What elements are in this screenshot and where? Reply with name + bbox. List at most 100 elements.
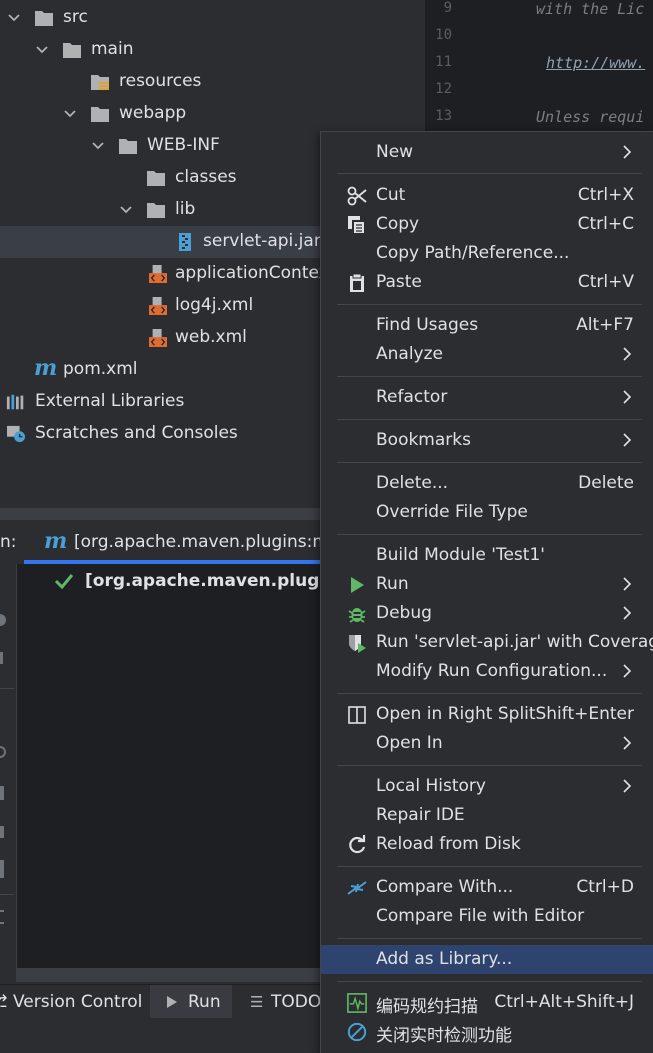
editor-pane[interactable]: 9 10 11 12 13 with the Lic http://www. U… <box>425 0 653 131</box>
menu-item-code-scan[interactable]: 编码规约扫描 Ctrl+Alt+Shift+J <box>321 988 653 1017</box>
chevron-down-icon[interactable] <box>6 10 22 26</box>
menu-item-shortcut: Alt+F7 <box>576 315 634 335</box>
menu-item-copy-path[interactable]: Copy Path/Reference... <box>321 239 653 268</box>
tree-row-label: src <box>63 7 88 27</box>
chevron-down-icon[interactable] <box>118 202 134 218</box>
toolbar-icon[interactable] <box>0 786 4 800</box>
menu-separator <box>337 304 642 305</box>
chevron-right-icon <box>623 736 632 750</box>
toolbar-separator <box>0 688 14 689</box>
tab-run[interactable]: Run <box>150 985 232 1019</box>
menu-item-label: Add as Library... <box>376 949 513 969</box>
libraries-icon <box>6 394 24 410</box>
list-icon: ☰ <box>250 993 264 1011</box>
maven-icon: m <box>44 528 68 554</box>
maven-icon: m <box>34 355 58 381</box>
menu-item-bookmarks[interactable]: Bookmarks <box>321 426 653 455</box>
menu-separator <box>337 419 642 420</box>
menu-item-label: 编码规约扫描 <box>376 997 478 1017</box>
toolbar-icon[interactable] <box>0 652 3 664</box>
tree-row-resources[interactable]: resources <box>0 66 425 98</box>
chevron-down-icon[interactable] <box>62 106 78 122</box>
chevron-right-icon <box>623 390 632 404</box>
chevron-right-icon <box>623 577 632 591</box>
horizontal-scrollbar[interactable] <box>16 968 326 982</box>
toolbar-icon[interactable] <box>0 826 4 838</box>
run-toolbar <box>0 564 17 970</box>
run-tab[interactable]: [org.apache.maven.plugins:mav <box>74 532 349 552</box>
menu-item-build-module[interactable]: Build Module 'Test1' <box>321 541 653 570</box>
folder-icon <box>91 107 109 122</box>
menu-item-shortcut: Ctrl+V <box>577 272 634 292</box>
menu-item-label: New <box>376 142 414 162</box>
xml-file-icon <box>149 329 167 347</box>
menu-item-analyze[interactable]: Analyze <box>321 340 653 369</box>
menu-item-shortcut: Shift+Enter <box>535 704 634 724</box>
xml-file-icon <box>149 297 167 315</box>
tree-row-label: classes <box>175 167 237 187</box>
tree-row-label: webapp <box>119 103 187 123</box>
menu-item-add-as-library[interactable]: Add as Library... <box>321 945 653 974</box>
menu-item-delete[interactable]: Delete... Delete <box>321 469 653 498</box>
menu-item-run-with-coverage[interactable]: Run 'servlet-api.jar' with Coverage <box>321 628 653 657</box>
tree-row-label: pom.xml <box>63 359 138 379</box>
menu-item-override-file-type[interactable]: Override File Type <box>321 498 653 527</box>
menu-item-close-realtime-check[interactable]: 关闭实时检测功能 <box>321 1017 653 1046</box>
debug-bug-icon <box>348 608 366 623</box>
menu-separator <box>337 938 642 939</box>
scissors-icon <box>347 186 367 206</box>
copy-icon <box>348 216 366 235</box>
menu-item-shortcut: Ctrl+D <box>576 877 634 897</box>
tree-row-main[interactable]: main <box>0 34 425 66</box>
chevron-down-icon[interactable] <box>90 138 106 154</box>
menu-item-new[interactable]: New <box>321 138 653 167</box>
tree-row-src[interactable]: src <box>0 2 425 34</box>
menu-separator <box>337 981 642 982</box>
menu-item-label: Paste <box>376 272 422 292</box>
toolbar-icon[interactable] <box>0 860 4 878</box>
menu-item-cut[interactable]: Cut Ctrl+X <box>321 181 653 210</box>
chevron-down-icon[interactable] <box>34 42 50 58</box>
tree-row-label: resources <box>119 71 202 91</box>
folder-icon <box>147 203 165 218</box>
menu-item-local-history[interactable]: Local History <box>321 772 653 801</box>
code-link[interactable]: http://www. <box>546 54 645 72</box>
menu-item-reload-from-disk[interactable]: Reload from Disk <box>321 830 653 859</box>
menu-item-refactor[interactable]: Refactor <box>321 383 653 412</box>
code-scan-icon <box>347 993 367 1013</box>
menu-item-modify-run-config[interactable]: Modify Run Configuration... <box>321 657 653 686</box>
menu-item-compare-with[interactable]: Compare With... Ctrl+D <box>321 873 653 902</box>
folder-icon <box>35 11 53 26</box>
menu-separator <box>337 693 642 694</box>
menu-separator <box>337 376 642 377</box>
tree-row-webapp[interactable]: webapp <box>0 98 425 130</box>
tree-row-label: External Libraries <box>35 391 185 411</box>
menu-item-debug[interactable]: Debug <box>321 599 653 628</box>
menu-item-paste[interactable]: Paste Ctrl+V <box>321 268 653 297</box>
tree-row-label: log4j.xml <box>175 295 254 315</box>
menu-item-find-usages[interactable]: Find Usages Alt+F7 <box>321 311 653 340</box>
menu-item-label: Compare With... <box>376 877 514 897</box>
chevron-right-icon <box>623 606 632 620</box>
menu-item-label: 关闭实时检测功能 <box>376 1026 512 1046</box>
menu-item-label: Copy Path/Reference... <box>376 243 570 263</box>
toolbar-icon[interactable] <box>0 746 6 758</box>
menu-item-compare-with-editor[interactable]: Compare File with Editor <box>321 902 653 931</box>
tree-row-label: Scratches and Consoles <box>35 423 238 443</box>
toolbar-icon[interactable] <box>0 910 4 924</box>
menu-item-label: Run <box>376 574 409 594</box>
menu-item-label: Build Module 'Test1' <box>376 545 545 565</box>
run-icon <box>351 577 364 593</box>
menu-separator <box>337 173 642 174</box>
line-number: 12 <box>435 81 452 97</box>
reload-icon <box>349 835 366 854</box>
menu-item-run[interactable]: Run <box>321 570 653 599</box>
resources-folder-icon <box>91 75 109 90</box>
menu-item-open-right-split[interactable]: Open in Right Split Shift+Enter <box>321 700 653 729</box>
menu-item-copy[interactable]: Copy Ctrl+C <box>321 210 653 239</box>
menu-item-open-in[interactable]: Open In <box>321 729 653 758</box>
chevron-right-icon <box>623 347 632 361</box>
menu-item-label: Modify Run Configuration... <box>376 661 608 681</box>
toolbar-icon[interactable] <box>0 614 6 626</box>
menu-item-repair-ide[interactable]: Repair IDE <box>321 801 653 830</box>
